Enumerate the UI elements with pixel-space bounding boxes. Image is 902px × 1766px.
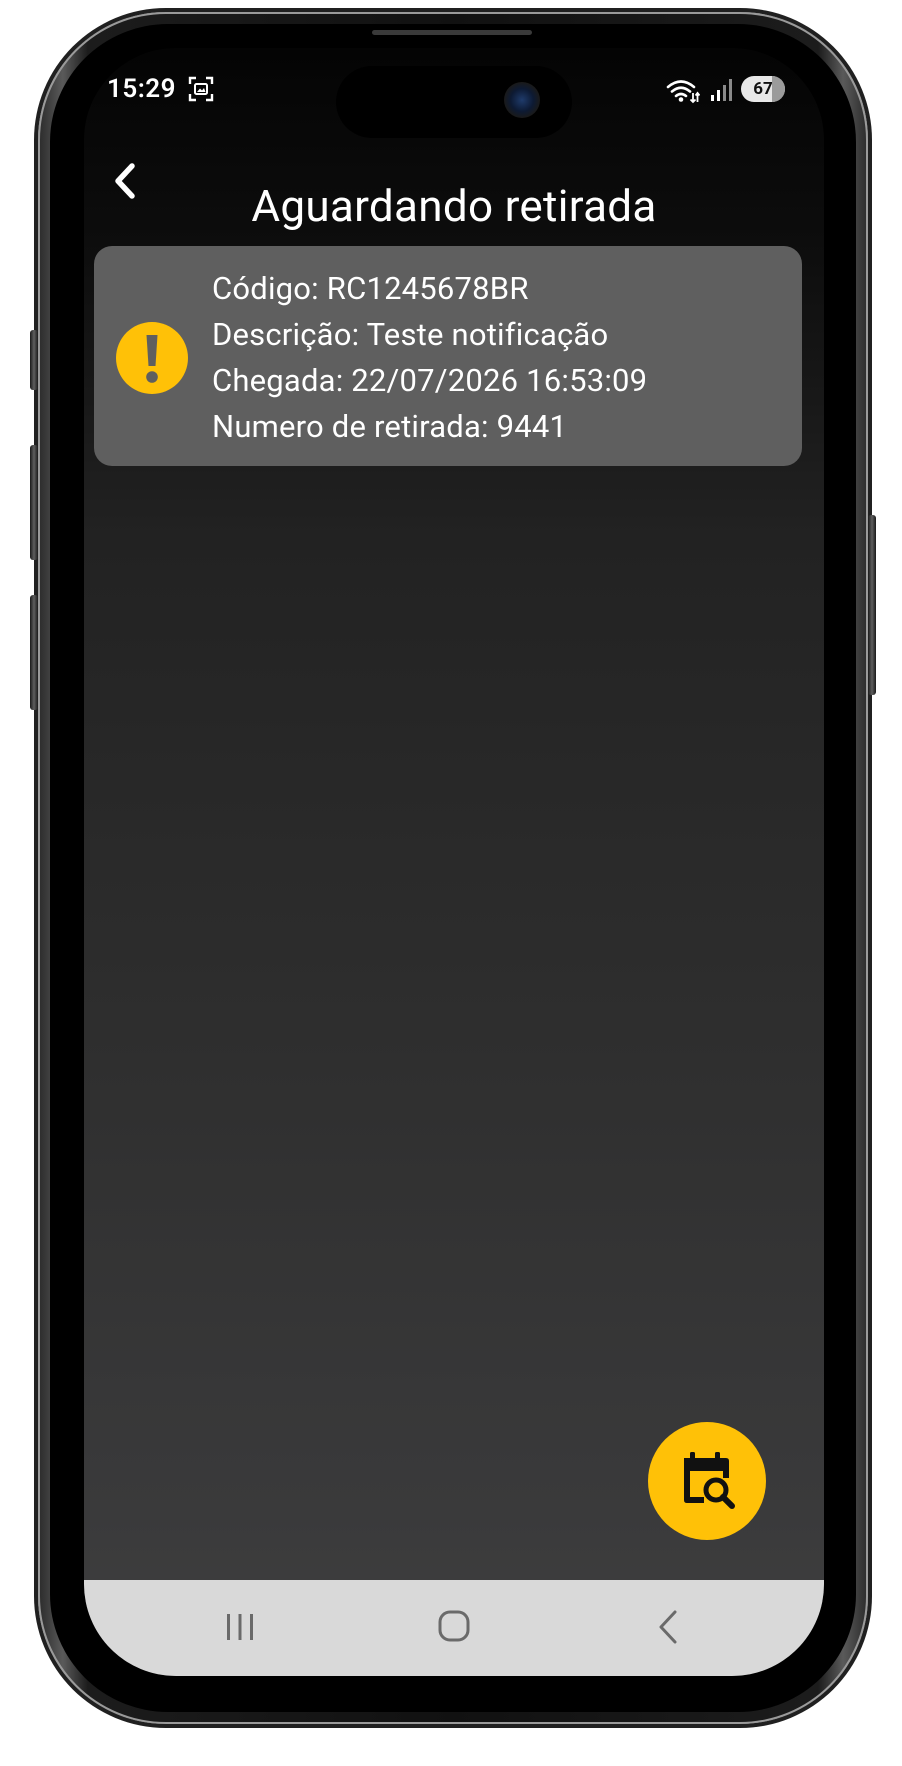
app-screen: 15:29 67 Aguardando retirada Código: RC1… [84, 48, 824, 1676]
home-icon [438, 1610, 470, 1642]
package-pickup-number: Numero de retirada: 9441 [212, 408, 568, 445]
status-time: 15:29 [107, 74, 176, 104]
system-back-button[interactable] [640, 1602, 696, 1652]
home-button[interactable] [426, 1602, 482, 1652]
back-icon [659, 1610, 677, 1644]
screenshot-indicator-icon [188, 76, 214, 102]
recent-apps-button[interactable] [212, 1602, 268, 1652]
phone-earpiece [372, 30, 532, 35]
calendar-search-icon [684, 1452, 735, 1509]
phone-side-button [30, 330, 38, 390]
package-details: Código: RC1245678BR Descrição: Teste not… [212, 266, 647, 450]
wifi-icon [666, 80, 700, 104]
front-camera-icon [504, 82, 540, 118]
status-bar: 15:29 67 [84, 48, 824, 138]
recent-apps-icon [227, 1614, 253, 1640]
app-bar: Aguardando retirada [84, 138, 824, 238]
battery-level: 67 [753, 79, 773, 99]
page-title: Aguardando retirada [251, 180, 657, 232]
system-navigation-bar [84, 1580, 824, 1676]
package-card[interactable]: Código: RC1245678BR Descrição: Teste not… [94, 246, 802, 466]
package-description: Descrição: Teste notificação [212, 316, 609, 353]
phone-power-button [868, 515, 876, 695]
signal-icon [711, 79, 732, 101]
calendar-search-button[interactable] [648, 1422, 766, 1540]
camera-cutout [336, 66, 572, 138]
phone-volume-up-button [30, 445, 38, 560]
exclamation-circle-icon [116, 322, 188, 394]
package-arrival: Chegada: 22/07/2026 16:53:09 [212, 362, 648, 399]
package-code: Código: RC1245678BR [212, 270, 529, 307]
phone-volume-down-button [30, 595, 38, 710]
battery-indicator: 67 [741, 76, 785, 102]
